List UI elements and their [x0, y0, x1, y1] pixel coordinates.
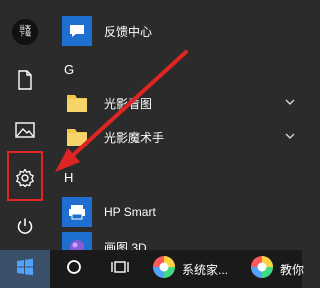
documents-button[interactable] — [0, 58, 50, 102]
folder-icon — [62, 88, 92, 118]
folder-icon — [62, 122, 92, 152]
pictures-button[interactable] — [0, 108, 50, 152]
cortana-circle-icon — [66, 259, 82, 280]
app-label: 光影看图 — [104, 96, 153, 111]
task-view-button[interactable] — [106, 250, 134, 288]
task-view-icon — [111, 259, 129, 280]
colorful-app-icon — [250, 255, 274, 284]
feedback-hub-icon — [62, 16, 92, 46]
app-folder-guangying-moshushou[interactable]: 光影魔术手 — [62, 120, 298, 154]
chevron-down-icon[interactable] — [284, 130, 296, 142]
taskbar: 系统家... 教你 — [0, 250, 304, 288]
colorful-app-icon — [152, 255, 176, 284]
chevron-down-icon[interactable] — [284, 96, 296, 108]
taskbar-app-xitongjia[interactable]: 系统家... — [152, 250, 228, 288]
app-feedback-hub[interactable]: 反馈中心 — [62, 14, 298, 48]
user-avatar[interactable]: 当客 下载 — [0, 10, 50, 54]
windows-start-icon — [16, 258, 34, 281]
app-label: 光影魔术手 — [104, 130, 165, 145]
cortana-button[interactable] — [60, 250, 88, 288]
start-menu-rail: 当客 下载 — [0, 0, 50, 250]
taskbar-app-jiaoni[interactable]: 教你 — [250, 250, 304, 288]
section-letter-g[interactable]: G — [64, 62, 74, 77]
power-button[interactable] — [0, 204, 50, 248]
pictures-icon — [15, 122, 35, 138]
start-button[interactable] — [0, 250, 50, 288]
app-list: 反馈中心 G 光影看图 光影魔术手 H HP Smart 画图 3D — [50, 0, 302, 262]
section-letter-h[interactable]: H — [64, 170, 73, 185]
taskbar-app-label: 系统家... — [182, 262, 229, 277]
taskbar-app-label: 教你 — [280, 262, 305, 277]
app-folder-guangying-kantu[interactable]: 光影看图 — [62, 86, 298, 120]
app-label: HP Smart — [104, 205, 156, 219]
app-label: 反馈中心 — [104, 24, 153, 39]
power-icon — [16, 217, 34, 235]
app-hp-smart[interactable]: HP Smart — [62, 195, 298, 229]
hp-smart-icon — [62, 197, 92, 227]
document-icon — [17, 70, 33, 90]
avatar-text: 当客 下载 — [18, 26, 31, 38]
settings-highlight-box — [7, 151, 43, 201]
